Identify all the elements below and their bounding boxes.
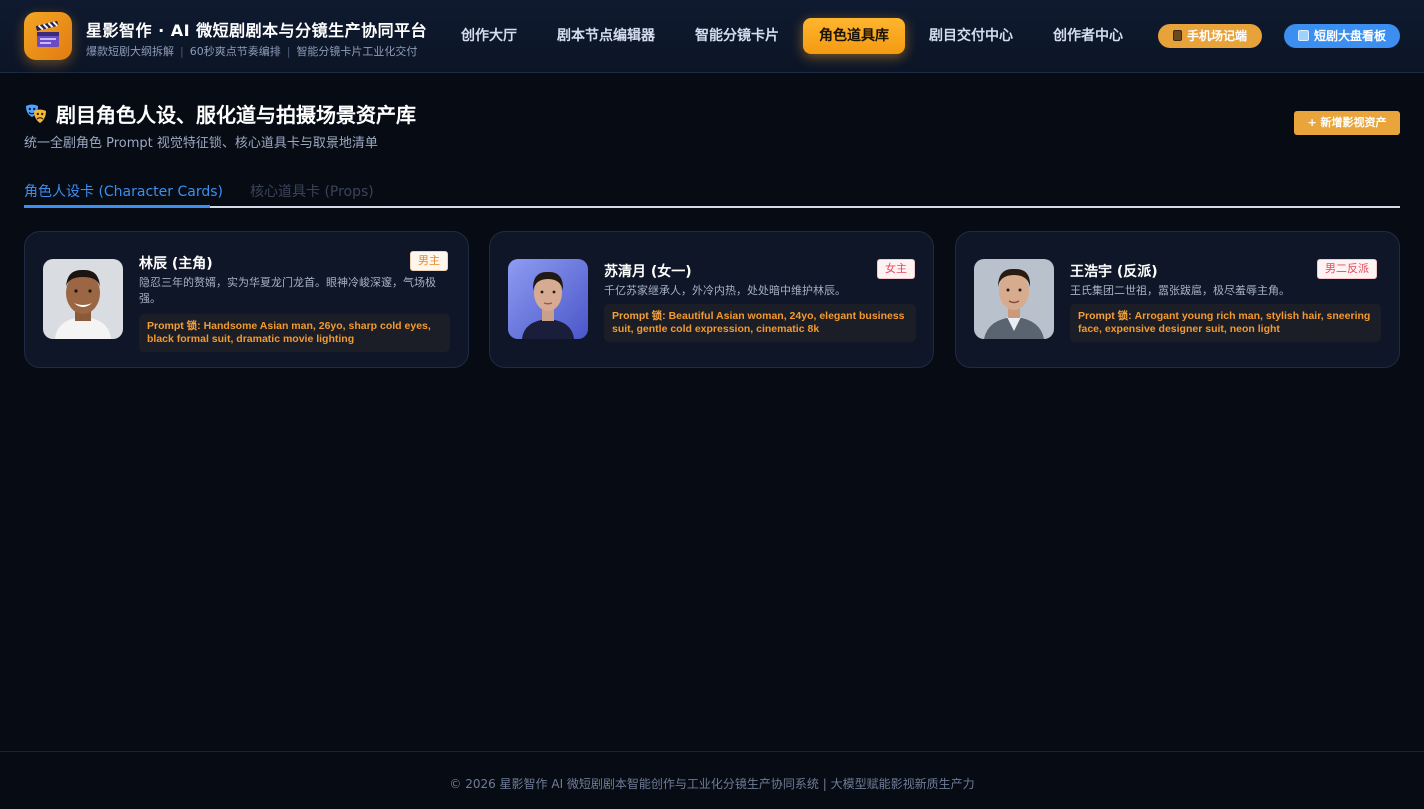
prompt-label: Prompt 锁:	[612, 310, 666, 322]
app-title: 星影智作 · AI 微短剧剧本与分镜生产协同平台	[86, 21, 428, 40]
character-card[interactable]: 林辰 (主角) 男主 隐忍三年的赘婿，实为华夏龙门龙首。眼神冷峻深邃，气场极强。…	[24, 231, 469, 368]
prompt-lock: Prompt 锁: Arrogant young rich man, styli…	[1070, 304, 1381, 342]
character-description: 隐忍三年的赘婿，实为华夏龙门龙首。眼神冷峻深邃，气场极强。	[139, 276, 436, 305]
character-description: 王氏集团二世祖，嚣张跋扈，极尽羞辱主角。	[1070, 284, 1290, 297]
monitor-icon	[1297, 30, 1309, 41]
character-name: 苏清月 (女一)	[604, 264, 692, 280]
subtitle-item: 60秒爽点节奏编排	[189, 45, 281, 58]
avatar	[43, 259, 123, 339]
mobile-log-label: 手机场记端	[1186, 29, 1247, 43]
avatar	[508, 259, 588, 339]
tabs-divider	[24, 206, 1400, 208]
nav-creation-hall[interactable]: 创作大厅	[452, 18, 526, 54]
subtitle-item: 智能分镜卡片工业化交付	[296, 45, 418, 58]
character-name: 林辰 (主角)	[139, 256, 213, 272]
page-title-text: 剧目角色人设、服化道与拍摄场景资产库	[56, 103, 416, 127]
page-footer: © 2026 星影智作 AI 微短剧剧本智能创作与工业化分镜生产协同系统 | 大…	[0, 751, 1424, 809]
nav-script-editor[interactable]: 剧本节点编辑器	[548, 18, 664, 54]
dashboard-label: 短剧大盘看板	[1313, 29, 1386, 43]
app-subtitle: 爆款短剧大纲拆解 | 60秒爽点节奏编排 | 智能分镜卡片工业化交付	[86, 45, 418, 58]
add-asset-button[interactable]: + 新增影视资产	[1294, 111, 1400, 135]
avatar	[974, 259, 1054, 339]
clapperboard-icon[interactable]	[24, 12, 72, 60]
theater-masks-icon	[24, 103, 48, 130]
tab-active-indicator	[24, 205, 210, 208]
footer-text: © 2026 星影智作 AI 微短剧剧本智能创作与工业化分镜生产协同系统 | 大…	[449, 777, 975, 791]
nav-delivery-center[interactable]: 剧目交付中心	[920, 18, 1022, 54]
subtitle-item: 爆款短剧大纲拆解	[86, 45, 174, 58]
prompt-label: Prompt 锁:	[147, 320, 201, 332]
top-header: 星影智作 · AI 微短剧剧本与分镜生产协同平台 爆款短剧大纲拆解 | 60秒爽点节…	[0, 0, 1424, 73]
role-badge: 男主	[410, 251, 448, 271]
prompt-lock: Prompt 锁: Handsome Asian man, 26yo, shar…	[139, 314, 450, 352]
prompt-lock: Prompt 锁: Beautiful Asian woman, 24yo, e…	[604, 304, 916, 342]
tab-character-cards[interactable]: 角色人设卡 (Character Cards)	[24, 181, 223, 201]
character-name: 王浩宇 (反派)	[1070, 264, 1158, 280]
character-card[interactable]: 苏清月 (女一) 女主 千亿苏家继承人，外冷内热，处处暗中维护林辰。 Promp…	[489, 231, 934, 368]
tab-props[interactable]: 核心道具卡 (Props)	[250, 181, 374, 201]
nav-asset-library[interactable]: 角色道具库	[803, 18, 905, 54]
role-badge: 男二反派	[1317, 259, 1377, 279]
character-description: 千亿苏家继承人，外冷内热，处处暗中维护林辰。	[604, 284, 846, 297]
dashboard-button[interactable]: 短剧大盘看板	[1284, 24, 1400, 48]
character-card[interactable]: 王浩宇 (反派) 男二反派 王氏集团二世祖，嚣张跋扈，极尽羞辱主角。 Promp…	[955, 231, 1400, 368]
nav-storyboard-cards[interactable]: 智能分镜卡片	[686, 18, 788, 54]
mobile-log-button[interactable]: 手机场记端	[1158, 24, 1262, 48]
page-description: 统一全剧角色 Prompt 视觉特征锁、核心道具卡与取景地清单	[24, 136, 378, 151]
page-title: 剧目角色人设、服化道与拍摄场景资产库	[24, 99, 416, 130]
prompt-label: Prompt 锁:	[1078, 310, 1132, 322]
phone-icon	[1172, 30, 1182, 41]
role-badge: 女主	[877, 259, 915, 279]
nav-creator-center[interactable]: 创作者中心	[1044, 18, 1132, 54]
